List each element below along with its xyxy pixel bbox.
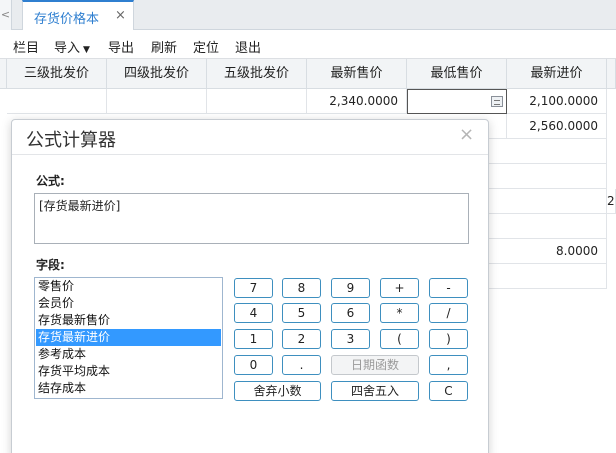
column-header-selector — [0, 59, 7, 89]
table-cell-edge-fragment: 2 — [607, 189, 616, 214]
table-cell[interactable] — [489, 214, 607, 239]
key-3-button[interactable]: 3 — [331, 329, 370, 349]
key-6-button[interactable]: 6 — [331, 303, 370, 323]
column-header-next — [607, 59, 616, 89]
table-cell[interactable] — [7, 89, 107, 114]
list-item[interactable]: 会员价 — [36, 295, 221, 312]
list-item[interactable]: 存货最新售价 — [36, 312, 221, 329]
table-cell[interactable] — [489, 264, 607, 289]
column-header-level4-wholesale[interactable]: 四级批发价 — [107, 59, 207, 89]
formula-calculator-dialog: 公式计算器 × 公式: [存货最新进价] 字段: 零售价 会员价 存货最新售价 … — [11, 119, 489, 453]
key-7-button[interactable]: 7 — [234, 278, 273, 298]
decimal-point-button[interactable]: . — [282, 355, 321, 375]
fields-list[interactable]: 零售价 会员价 存货最新售价 存货最新进价 参考成本 存货平均成本 结存成本 — [34, 277, 223, 399]
toolbar: 栏目 导入 ▼ 导出 刷新 定位 退出 — [0, 30, 616, 59]
exit-button[interactable]: 退出 — [235, 37, 261, 56]
key-9-button[interactable]: 9 — [331, 278, 370, 298]
column-header-latest-purchase[interactable]: 最新进价 — [507, 59, 607, 89]
clear-button[interactable]: C — [429, 381, 468, 401]
list-item[interactable]: 零售价 — [36, 278, 221, 295]
list-item[interactable]: 参考成本 — [36, 346, 221, 363]
tab-label[interactable]: 存货价格本 — [34, 8, 99, 27]
key-8-button[interactable]: 8 — [282, 278, 321, 298]
table-cell[interactable] — [489, 189, 607, 214]
dialog-title: 公式计算器 — [26, 130, 116, 151]
refresh-button[interactable]: 刷新 — [151, 37, 177, 56]
date-function-button[interactable]: 日期函数 — [331, 355, 419, 375]
key-1-button[interactable]: 1 — [234, 329, 273, 349]
locate-button[interactable]: 定位 — [193, 37, 219, 56]
left-paren-button[interactable]: ( — [380, 329, 419, 349]
close-icon[interactable]: × — [459, 124, 474, 145]
plus-button[interactable]: + — [380, 278, 419, 298]
divide-button[interactable]: / — [429, 303, 468, 323]
table-cell[interactable] — [489, 139, 607, 164]
chevron-down-icon: ▼ — [83, 45, 90, 55]
key-4-button[interactable]: 4 — [234, 303, 273, 323]
fields-label: 字段: — [36, 258, 65, 272]
table-cell-latest-sale[interactable]: 2,340.0000 — [307, 89, 407, 114]
key-5-button[interactable]: 5 — [282, 303, 321, 323]
import-button[interactable]: 导入 ▼ — [54, 37, 90, 56]
minus-button[interactable]: - — [429, 278, 468, 298]
column-header-latest-sale[interactable]: 最新售价 — [307, 59, 407, 89]
list-item[interactable]: 存货平均成本 — [36, 363, 221, 380]
lowest-sale-edit-cell[interactable] — [407, 89, 507, 114]
table-cell-latest-purchase[interactable]: 2,560.0000 — [507, 114, 607, 139]
column-header-level5-wholesale[interactable]: 五级批发价 — [207, 59, 307, 89]
formula-label: 公式: — [36, 174, 65, 188]
table-cell-latest-purchase[interactable]: 8.0000 — [489, 239, 607, 264]
table-cell-latest-purchase[interactable]: 2,100.0000 — [507, 89, 607, 114]
table-cell[interactable] — [107, 89, 207, 114]
columns-button[interactable]: 栏目 — [13, 37, 39, 56]
key-2-button[interactable]: 2 — [282, 329, 321, 349]
divider — [12, 154, 488, 155]
round-button[interactable]: 四舍五入 — [331, 381, 419, 401]
calculator-icon[interactable] — [491, 96, 503, 107]
table-cell[interactable] — [207, 89, 307, 114]
key-0-button[interactable]: 0 — [234, 355, 273, 375]
table-cell[interactable] — [489, 164, 607, 189]
list-item-selected[interactable]: 存货最新进价 — [36, 329, 221, 346]
column-header-lowest-sale[interactable]: 最低售价 — [407, 59, 507, 89]
column-header-level3-wholesale[interactable]: 三级批发价 — [7, 59, 107, 89]
tab-close-icon[interactable]: × — [115, 8, 126, 23]
list-item[interactable]: 结存成本 — [36, 380, 221, 397]
export-button[interactable]: 导出 — [108, 37, 134, 56]
import-label: 导入 — [54, 41, 81, 56]
comma-button[interactable]: , — [429, 355, 468, 375]
right-paren-button[interactable]: ) — [429, 329, 468, 349]
formula-field[interactable]: [存货最新进价] — [34, 193, 469, 244]
tab-inventory-price-book[interactable]: 存货价格本 × — [22, 0, 134, 31]
multiply-button[interactable]: * — [380, 303, 419, 323]
truncate-decimals-button[interactable]: 舍弃小数 — [234, 381, 321, 401]
tab-bar: < 存货价格本 × — [0, 0, 616, 31]
tab-scroll-left-icon[interactable]: < — [0, 0, 12, 30]
